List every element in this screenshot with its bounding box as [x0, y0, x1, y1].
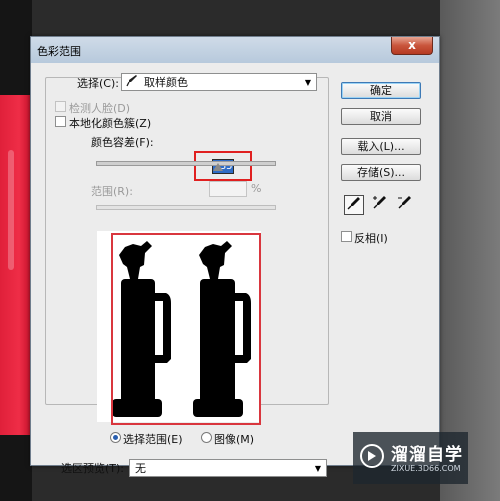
background-red-object	[0, 95, 32, 435]
chevron-down-icon: ▼	[304, 78, 311, 87]
eyedropper-icon	[126, 74, 138, 94]
select-value: 取样颜色	[144, 76, 188, 89]
load-button[interactable]: 载入(L)...	[341, 138, 421, 155]
localized-clusters-checkbox[interactable]	[55, 116, 66, 127]
range-slider-track[interactable]	[96, 205, 276, 210]
detect-faces-label: 检测人脸(D)	[69, 102, 131, 115]
preview-highlight-frame	[111, 233, 261, 425]
ok-button[interactable]: 确定	[341, 82, 421, 99]
title-bar[interactable]: 色彩范围 x	[31, 37, 439, 63]
selection-preview-value: 无	[135, 462, 146, 475]
add-sample-tool[interactable]	[370, 195, 390, 215]
background-highlight	[8, 150, 14, 270]
fuzziness-slider-track[interactable]	[96, 161, 276, 166]
background-gray-right	[440, 0, 500, 501]
eyedropper-minus-icon	[398, 196, 411, 209]
selection-preview-label: 选区预览(T):	[61, 462, 125, 475]
watermark-logo: 溜溜自学 ZIXUE.3D66.COM	[353, 432, 468, 484]
range-label: 范围(R):	[91, 185, 133, 198]
fuzziness-slider-thumb[interactable]	[213, 163, 223, 171]
image-mode-radio[interactable]	[201, 432, 212, 443]
dialog-title: 色彩范围	[37, 45, 81, 58]
localized-clusters-label: 本地化颜色簇(Z)	[69, 117, 152, 130]
invert-label: 反相(I)	[354, 232, 388, 245]
selection-preview-dropdown[interactable]: 无 ▼	[129, 459, 327, 477]
dialog-content: 选择(C): 取样颜色 ▼ 检测人脸(D) 本地化颜色簇(Z) 颜色容差(F):…	[31, 63, 439, 477]
eyedropper-plus-icon	[373, 196, 386, 209]
color-range-dialog: 色彩范围 x 选择(C): 取样颜色 ▼ 检测人脸(D) 本地化颜色簇(Z) 颜…	[30, 36, 440, 477]
range-input[interactable]	[209, 181, 247, 197]
fuzziness-highlight: 135	[194, 151, 252, 181]
close-button[interactable]: x	[391, 37, 433, 55]
selection-mode-radio[interactable]	[110, 432, 121, 443]
cancel-button[interactable]: 取消	[341, 108, 421, 125]
close-icon: x	[408, 38, 416, 52]
watermark-title: 溜溜自学	[391, 445, 463, 465]
eyedropper-icon	[347, 197, 360, 210]
select-label: 选择(C):	[77, 77, 119, 90]
fuzziness-label: 颜色容差(F):	[91, 136, 154, 149]
watermark-subtitle: ZIXUE.3D66.COM	[391, 464, 461, 473]
select-dropdown[interactable]: 取样颜色 ▼	[121, 73, 317, 91]
save-button[interactable]: 存储(S)...	[341, 164, 421, 181]
detect-faces-checkbox[interactable]	[55, 101, 66, 112]
chevron-down-icon: ▼	[314, 464, 321, 473]
image-mode-label: 图像(M)	[214, 433, 255, 446]
subtract-sample-tool[interactable]	[395, 195, 415, 215]
eyedropper-tool[interactable]	[344, 195, 364, 215]
selection-mode-label: 选择范围(E)	[123, 433, 183, 446]
range-unit: %	[251, 182, 262, 195]
invert-checkbox[interactable]	[341, 231, 352, 242]
play-icon	[368, 451, 376, 461]
